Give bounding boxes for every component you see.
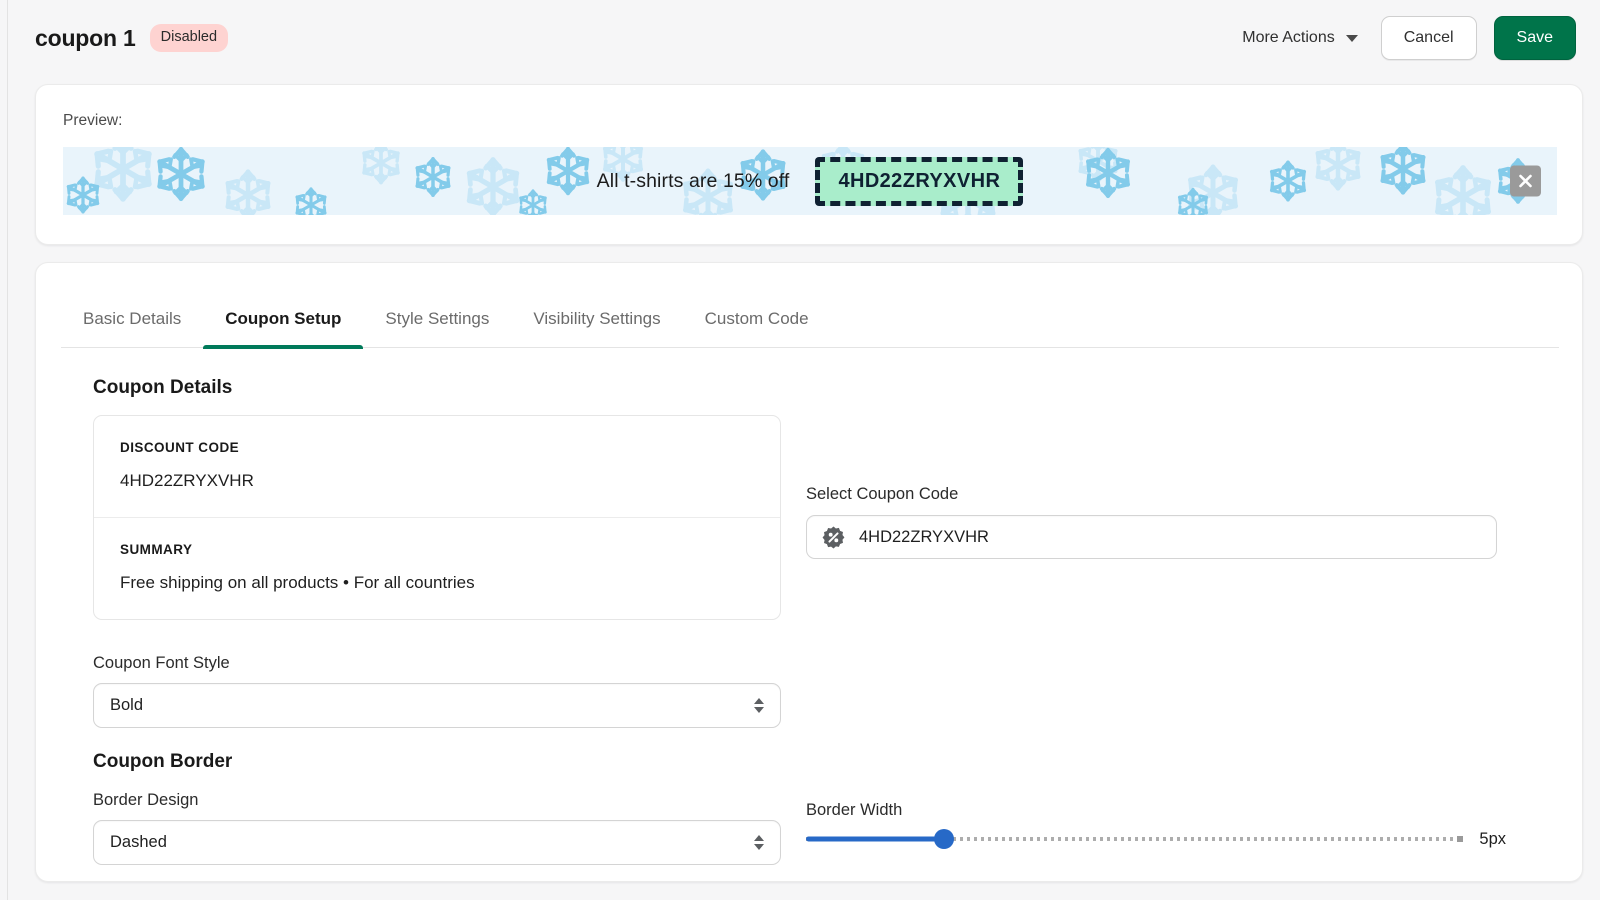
coupon-details-heading: Coupon Details xyxy=(93,377,233,398)
page-left-edge xyxy=(0,0,8,900)
stepper-arrows-icon xyxy=(754,698,764,713)
coupon-border-heading: Coupon Border xyxy=(93,751,233,772)
discount-code-label: DISCOUNT CODE xyxy=(120,440,240,455)
tab-basic-details[interactable]: Basic Details xyxy=(61,299,203,347)
close-glyph xyxy=(1519,174,1532,188)
preview-card: Preview: All t-shirts are 15% off 4HD22Z… xyxy=(35,84,1583,245)
discount-code-row: DISCOUNT CODE 4HD22ZRYXVHR xyxy=(94,416,780,517)
header-actions: More Actions Cancel Save xyxy=(1236,16,1576,60)
page-title: coupon 1 xyxy=(35,24,136,51)
save-button[interactable]: Save xyxy=(1493,16,1576,60)
coupon-banner-preview: All t-shirts are 15% off 4HD22ZRYXVHR xyxy=(63,147,1557,215)
chevron-up-icon xyxy=(754,698,764,704)
select-coupon-code-label: Select Coupon Code xyxy=(806,485,959,503)
tab-coupon-setup[interactable]: Coupon Setup xyxy=(203,299,364,349)
coupon-settings-card: Basic Details Coupon Setup Style Setting… xyxy=(35,262,1583,882)
summary-row: SUMMARY Free shipping on all products • … xyxy=(94,517,780,619)
border-width-slider-group: 5px xyxy=(806,829,1506,849)
more-actions-label: More Actions xyxy=(1242,29,1335,46)
banner-message: All t-shirts are 15% off xyxy=(596,169,790,192)
border-design-select[interactable]: Dashed xyxy=(93,820,781,865)
discount-badge-icon xyxy=(822,525,845,549)
coupon-font-style-select[interactable]: Bold xyxy=(93,683,781,728)
coupon-font-style-value: Bold xyxy=(110,696,144,714)
slider-track-end-cap xyxy=(1457,836,1464,842)
stepper-arrows-icon xyxy=(754,835,764,850)
settings-tabs: Basic Details Coupon Setup Style Setting… xyxy=(61,299,1559,349)
border-width-label: Border Width xyxy=(806,801,903,819)
status-badge: Disabled xyxy=(149,24,229,52)
cancel-button[interactable]: Cancel xyxy=(1380,16,1477,60)
chevron-down-icon xyxy=(754,707,764,713)
tab-custom-code[interactable]: Custom Code xyxy=(683,299,831,347)
banner-coupon-code[interactable]: 4HD22ZRYXVHR xyxy=(815,156,1024,206)
header-title-group: coupon 1 Disabled xyxy=(35,24,229,52)
summary-label: SUMMARY xyxy=(120,542,193,557)
slider-thumb[interactable] xyxy=(934,829,955,849)
summary-value: Free shipping on all products • For all … xyxy=(120,573,475,592)
coupon-font-style-label: Coupon Font Style xyxy=(93,654,230,672)
chevron-down-icon xyxy=(754,844,764,850)
preview-label: Preview: xyxy=(63,112,123,129)
border-width-value: 5px xyxy=(1479,829,1506,848)
select-coupon-code-value: 4HD22ZRYXVHR xyxy=(859,527,989,546)
banner-content: All t-shirts are 15% off 4HD22ZRYXVHR xyxy=(63,147,1557,215)
chevron-up-icon xyxy=(754,835,764,841)
border-design-label: Border Design xyxy=(93,791,199,809)
tab-visibility-settings[interactable]: Visibility Settings xyxy=(511,299,682,347)
discount-code-value: 4HD22ZRYXVHR xyxy=(120,471,254,490)
more-actions-button[interactable]: More Actions xyxy=(1236,22,1363,54)
page-header: coupon 1 Disabled More Actions Cancel Sa… xyxy=(9,0,1600,76)
close-icon[interactable] xyxy=(1510,165,1541,197)
slider-track-filled xyxy=(806,836,945,842)
border-design-value: Dashed xyxy=(110,833,167,851)
border-width-slider[interactable] xyxy=(806,829,1464,849)
tab-style-settings[interactable]: Style Settings xyxy=(363,299,511,347)
select-coupon-code-input[interactable]: 4HD22ZRYXVHR xyxy=(806,515,1497,559)
coupon-details-panel: DISCOUNT CODE 4HD22ZRYXVHR SUMMARY Free … xyxy=(93,415,781,620)
chevron-down-icon xyxy=(1345,34,1358,42)
